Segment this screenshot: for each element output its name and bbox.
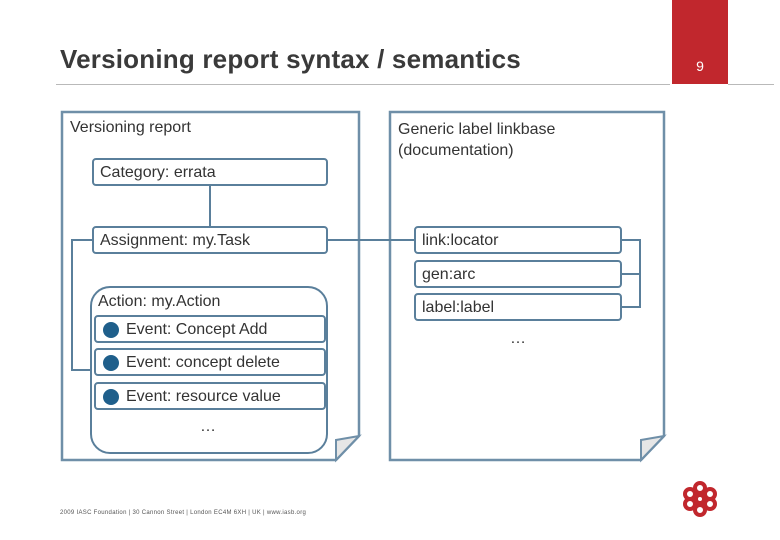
event-concept-delete: Event: concept delete (94, 348, 326, 376)
event-concept-add: Event: Concept Add (94, 315, 326, 343)
event-label: Event: concept delete (126, 354, 280, 371)
link-locator-box: link:locator (414, 226, 622, 254)
diagram-shapes (60, 110, 667, 463)
assignment-box: Assignment: my.Task (92, 226, 328, 254)
event-bullet-icon (103, 322, 119, 338)
right-ellipsis: … (510, 330, 526, 347)
label-linkbase-title: Generic label linkbase (documentation) (398, 119, 555, 161)
event-bullet-icon (103, 355, 119, 371)
foundation-logo-icon (683, 481, 717, 517)
event-resource-value: Event: resource value (94, 382, 326, 410)
event-label: Event: resource value (126, 388, 281, 405)
action-label: Action: my.Action (98, 293, 221, 310)
event-label: Event: Concept Add (126, 321, 268, 338)
category-box: Category: errata (92, 158, 328, 186)
right-page-curl (640, 434, 667, 463)
gen-arc-box: gen:arc (414, 260, 622, 288)
events-ellipsis: … (200, 418, 216, 435)
label-linkbase-title-line2: (documentation) (398, 142, 514, 159)
versioning-report-label: Versioning report (70, 119, 191, 136)
label-linkbase-title-line1: Generic label linkbase (398, 121, 556, 138)
event-bullet-icon (103, 389, 119, 405)
left-page-curl (335, 434, 362, 463)
label-label-box: label:label (414, 293, 622, 321)
footer-text: 2009 IASC Foundation | 30 Cannon Street … (60, 510, 307, 516)
